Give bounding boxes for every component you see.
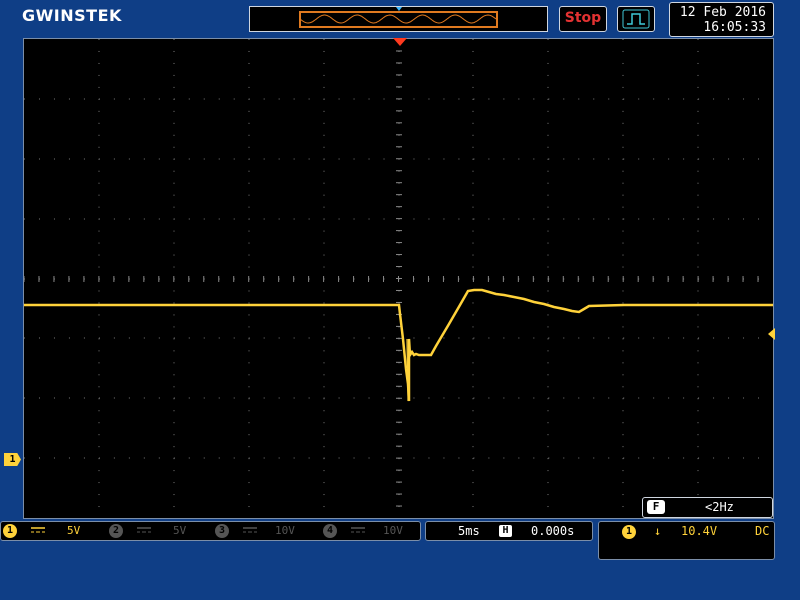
timebase-status[interactable]: 5ms H 0.000s (425, 521, 593, 541)
channel-status-bar[interactable]: 1 5V 2 5V 3 10V 4 10V (0, 521, 421, 541)
channel-1-badge: 1 (3, 524, 17, 538)
channel-4-badge: 4 (323, 524, 337, 538)
ch1-trace (24, 288, 773, 402)
trigger-source-badge: 1 (622, 525, 636, 539)
overview-waveform-icon (299, 7, 497, 24)
horizontal-position-icon: H (499, 525, 512, 537)
channel-2-badge: 2 (109, 524, 123, 538)
trigger-coupling: DC (755, 524, 770, 538)
brand-logo: GWINSTEK (22, 6, 122, 25)
trigger-status[interactable]: 1 ↓ 10.4V DC (598, 521, 775, 560)
channel-2-volts: 5V (173, 524, 187, 537)
horizontal-position: 0.000s (531, 524, 575, 538)
dc-coupling-icon (31, 527, 45, 533)
trigger-level-marker[interactable] (768, 328, 775, 340)
channel-4-volts: 10V (383, 524, 403, 537)
dc-coupling-icon (137, 527, 151, 533)
trigger-position-marker[interactable] (393, 38, 407, 46)
trigger-level: 10.4V (681, 524, 718, 538)
date-time-display: 12 Feb 2016 16:05:33 (669, 2, 774, 37)
frequency-counter: F <2Hz (642, 497, 773, 518)
edge-trigger-icon (622, 9, 650, 29)
waveform-display[interactable] (23, 38, 774, 519)
run-stop-button[interactable]: Stop (559, 6, 607, 32)
channel-3-volts: 10V (275, 524, 295, 537)
channel-3-badge: 3 (215, 524, 229, 538)
graticule (24, 39, 773, 508)
frequency-icon: F (647, 500, 665, 514)
falling-edge-icon: ↓ (654, 524, 662, 538)
frequency-value: <2Hz (705, 500, 734, 514)
dc-coupling-icon (351, 527, 365, 533)
date-text: 12 Feb 2016 (679, 5, 766, 20)
time-text: 16:05:33 (703, 20, 766, 35)
dc-coupling-icon (243, 527, 257, 533)
trigger-mode-button[interactable] (617, 6, 655, 32)
memory-overview[interactable] (249, 6, 548, 32)
timebase-scale: 5ms (458, 524, 480, 538)
channel-1-volts: 5V (67, 524, 81, 537)
ch1-ground-marker[interactable]: 1 (4, 453, 21, 466)
